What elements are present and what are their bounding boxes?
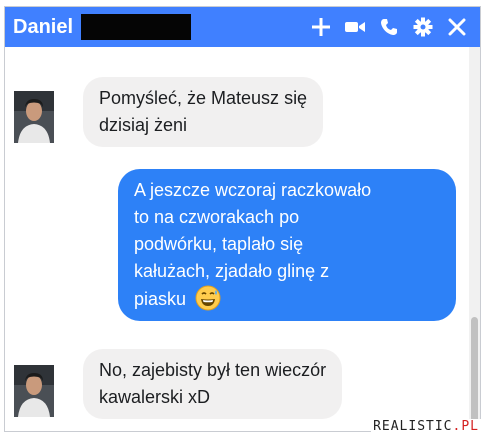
- grinning-sweat-emoji-icon: [195, 285, 221, 311]
- message-line: podwórku, taplało się: [134, 234, 304, 254]
- close-chat-button[interactable]: [440, 7, 474, 47]
- chat-window: Daniel Pomyśleć, że Mateusz się dzisiaj …: [4, 6, 481, 432]
- message-line: to na czworakach po: [134, 207, 300, 227]
- avatar-photo-icon: [14, 365, 54, 417]
- message-line: Pomyśleć, że Mateusz się: [99, 88, 308, 108]
- contact-avatar[interactable]: [14, 365, 54, 417]
- message-scrollbar[interactable]: [469, 47, 480, 431]
- outgoing-message[interactable]: A jeszcze wczoraj raczkowało to na czwor…: [118, 169, 456, 321]
- add-people-button[interactable]: [304, 7, 338, 47]
- message-list: Pomyśleć, że Mateusz się dzisiaj żeni A …: [5, 47, 471, 431]
- contact-name[interactable]: Daniel: [13, 16, 73, 39]
- site-watermark: REALISTIC.PL: [371, 419, 481, 434]
- message-line: No, zajebisty był ten wieczór: [99, 360, 327, 380]
- phone-icon: [381, 19, 397, 35]
- video-call-icon: [345, 22, 365, 32]
- message-line: kałużach, zjadało glinę z: [134, 261, 330, 281]
- watermark-accent: .PL: [452, 419, 479, 434]
- message-line: dzisiaj żeni: [99, 115, 188, 135]
- scrollbar-thumb[interactable]: [471, 317, 478, 429]
- redacted-surname-bar: [81, 14, 192, 40]
- gear-icon: [413, 17, 433, 37]
- message-line: kawalerski xD: [99, 387, 211, 407]
- chat-header: Daniel: [5, 7, 480, 47]
- watermark-main: REALISTIC: [373, 419, 453, 434]
- close-icon: [448, 18, 466, 36]
- header-actions: [304, 7, 474, 47]
- message-line-last: piasku: [134, 285, 440, 313]
- message-line: piasku: [134, 289, 187, 309]
- video-call-button[interactable]: [338, 7, 372, 47]
- settings-button[interactable]: [406, 7, 440, 47]
- contact-avatar[interactable]: [14, 91, 54, 143]
- message-line: A jeszcze wczoraj raczkowało: [134, 180, 372, 200]
- phone-call-button[interactable]: [372, 7, 406, 47]
- incoming-message[interactable]: No, zajebisty był ten wieczór kawalerski…: [83, 349, 343, 419]
- incoming-message[interactable]: Pomyśleć, że Mateusz się dzisiaj żeni: [83, 77, 324, 147]
- plus-icon: [312, 18, 330, 36]
- avatar-photo-icon: [14, 91, 54, 143]
